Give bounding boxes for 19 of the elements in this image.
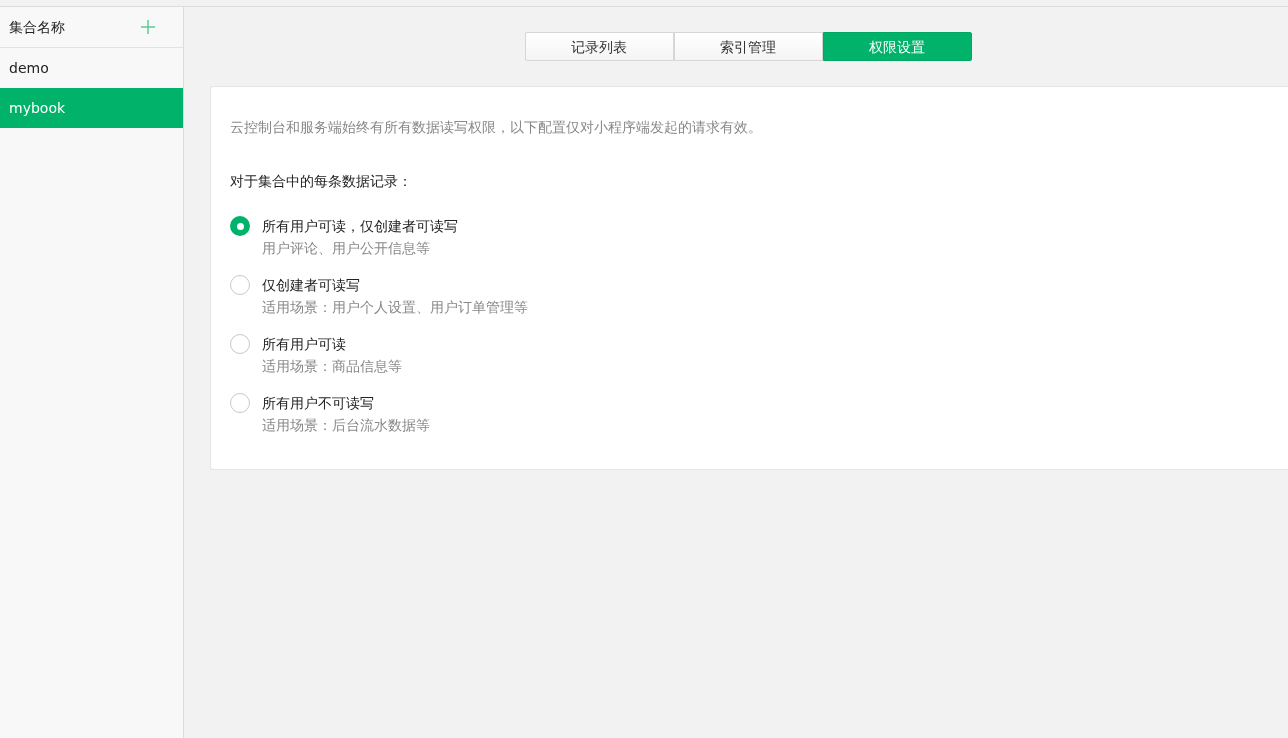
option-description: 适用场景：后台流水数据等 (262, 416, 430, 435)
tab[interactable]: 记录列表 (524, 32, 674, 61)
option-description: 适用场景：商品信息等 (262, 357, 402, 376)
radio-button[interactable] (230, 334, 250, 354)
option-label: 仅创建者可读写 (262, 276, 361, 295)
tab[interactable]: 索引管理 (673, 32, 823, 61)
sidebar-title: 集合名称 (9, 18, 65, 37)
section-heading: 对于集合中的每条数据记录： (230, 172, 413, 191)
radio-button[interactable] (230, 216, 250, 236)
option-description: 用户评论、用户公开信息等 (262, 239, 431, 258)
note-text: 云控制台和服务端始终有所有数据读写权限，以下配置仅对小程序端发起的请求有效。 (230, 118, 763, 137)
radio-button[interactable] (230, 393, 250, 413)
add-icon[interactable] (140, 19, 156, 35)
option-label: 所有用户不可读写 (262, 394, 375, 413)
option-label: 所有用户可读，仅创建者可读写 (262, 217, 458, 236)
option-label: 所有用户可读 (262, 335, 347, 354)
radio-button[interactable] (230, 275, 250, 295)
option-description: 适用场景：用户个人设置、用户订单管理等 (262, 298, 528, 317)
collection-item[interactable]: demo (0, 48, 183, 88)
